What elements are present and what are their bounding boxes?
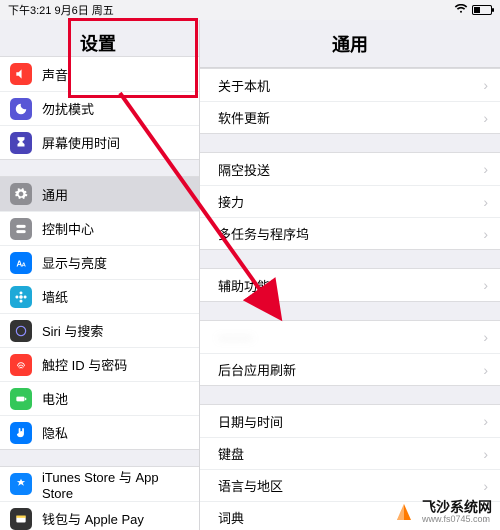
chevron-right-icon: › bbox=[483, 226, 488, 242]
chevron-right-icon: › bbox=[483, 446, 488, 462]
detail-item-label: 接力 bbox=[218, 192, 244, 211]
sidebar-group-1: 声音 勿扰模式 屏幕使用时间 bbox=[0, 56, 199, 160]
sidebar-item-label: 钱包与 Apple Pay bbox=[42, 509, 144, 528]
detail-item-label: 隔空投送 bbox=[218, 160, 270, 179]
sidebar-item-label: 墙纸 bbox=[42, 287, 68, 306]
sidebar-item-label: 触控 ID 与密码 bbox=[42, 355, 127, 374]
sidebar-item-label: 显示与亮度 bbox=[42, 253, 107, 272]
detail-item-date-time[interactable]: 日期与时间 › bbox=[200, 405, 500, 437]
ipad-screenshot: 下午3:21 9月6日 周五 设置 声音 bbox=[0, 0, 500, 530]
wallet-icon bbox=[10, 508, 32, 530]
split-view: 设置 声音 勿扰模式 屏幕使用时间 bbox=[0, 20, 500, 530]
hourglass-icon bbox=[10, 132, 32, 154]
detail-item-label: 语言与地区 bbox=[218, 476, 283, 495]
sidebar-item-battery[interactable]: 电池 bbox=[0, 381, 199, 415]
sidebar-item-display[interactable]: AA 显示与亮度 bbox=[0, 245, 199, 279]
detail-group-4: ········ › 后台应用刷新 › bbox=[200, 320, 500, 386]
sidebar-item-wallpaper[interactable]: 墙纸 bbox=[0, 279, 199, 313]
gear-icon bbox=[10, 183, 32, 205]
detail-item-label: 关于本机 bbox=[218, 76, 270, 95]
detail-group-3: 辅助功能 › bbox=[200, 268, 500, 302]
chevron-right-icon: › bbox=[483, 478, 488, 494]
sidebar-item-label: Siri 与搜索 bbox=[42, 321, 103, 340]
detail-item-label: 多任务与程序坞 bbox=[218, 224, 309, 243]
watermark-logo-icon bbox=[392, 500, 416, 524]
chevron-right-icon: › bbox=[483, 413, 488, 429]
chevron-right-icon: › bbox=[483, 161, 488, 177]
watermark-url: www.fs0745.com bbox=[422, 515, 492, 524]
chevron-right-icon: › bbox=[483, 77, 488, 93]
watermark-brand: 飞沙系统网 bbox=[422, 500, 492, 515]
detail-item-language-region[interactable]: 语言与地区 › bbox=[200, 469, 500, 501]
watermark-text: 飞沙系统网 www.fs0745.com bbox=[422, 500, 492, 524]
chevron-right-icon: › bbox=[483, 329, 488, 345]
detail-item-handoff[interactable]: 接力 › bbox=[200, 185, 500, 217]
chevron-right-icon: › bbox=[483, 277, 488, 293]
detail-item-software-update[interactable]: 软件更新 › bbox=[200, 101, 500, 133]
status-bar: 下午3:21 9月6日 周五 bbox=[0, 0, 500, 20]
detail-item-airdrop[interactable]: 隔空投送 › bbox=[200, 153, 500, 185]
detail-item-label: 软件更新 bbox=[218, 108, 270, 127]
stage: 下午3:21 9月6日 周五 设置 声音 bbox=[0, 0, 500, 530]
detail-group-1: 关于本机 › 软件更新 › bbox=[200, 68, 500, 134]
chevron-right-icon: › bbox=[483, 194, 488, 210]
flower-icon bbox=[10, 286, 32, 308]
detail-item-label: 日期与时间 bbox=[218, 412, 283, 431]
detail-item-label: ········ bbox=[218, 330, 253, 345]
moon-icon bbox=[10, 98, 32, 120]
sidebar-item-label: iTunes Store 与 App Store bbox=[42, 467, 189, 501]
switches-icon bbox=[10, 218, 32, 240]
detail-item-label: 键盘 bbox=[218, 444, 244, 463]
sidebar-item-label: 通用 bbox=[42, 185, 68, 204]
sidebar-item-wallet[interactable]: 钱包与 Apple Pay bbox=[0, 501, 199, 530]
battery-icon-green bbox=[10, 388, 32, 410]
detail-item-redacted[interactable]: ········ › bbox=[200, 321, 500, 353]
sidebar-item-label: 屏幕使用时间 bbox=[42, 133, 120, 152]
sidebar-item-itunes-appstore[interactable]: iTunes Store 与 App Store bbox=[0, 467, 199, 501]
svg-text:A: A bbox=[22, 262, 27, 268]
sidebar-group-2: 通用 控制中心 AA 显示与亮度 墙纸 bbox=[0, 176, 199, 450]
detail-item-label: 后台应用刷新 bbox=[218, 360, 296, 379]
sidebar-item-label: 隐私 bbox=[42, 423, 68, 442]
detail-title: 通用 bbox=[200, 20, 500, 68]
detail-item-label: 词典 bbox=[218, 508, 244, 527]
sidebar-item-control-center[interactable]: 控制中心 bbox=[0, 211, 199, 245]
watermark: 飞沙系统网 www.fs0745.com bbox=[392, 500, 492, 524]
sidebar-title: 设置 bbox=[0, 20, 199, 56]
detail-pane: 通用 关于本机 › 软件更新 › 隔空投送 bbox=[200, 20, 500, 530]
appstore-icon bbox=[10, 473, 32, 495]
fingerprint-icon bbox=[10, 354, 32, 376]
detail-item-multitasking[interactable]: 多任务与程序坞 › bbox=[200, 217, 500, 249]
status-time-date: 下午3:21 9月6日 周五 bbox=[8, 2, 114, 18]
detail-item-about[interactable]: 关于本机 › bbox=[200, 69, 500, 101]
sidebar-item-sound[interactable]: 声音 bbox=[0, 57, 199, 91]
battery-icon bbox=[472, 5, 492, 15]
sidebar-item-label: 电池 bbox=[42, 389, 68, 408]
sidebar-item-label: 控制中心 bbox=[42, 219, 94, 238]
chevron-right-icon: › bbox=[483, 362, 488, 378]
detail-item-background-refresh[interactable]: 后台应用刷新 › bbox=[200, 353, 500, 385]
settings-sidebar: 设置 声音 勿扰模式 屏幕使用时间 bbox=[0, 20, 200, 530]
siri-icon bbox=[10, 320, 32, 342]
detail-item-label: 辅助功能 bbox=[218, 276, 270, 295]
chevron-right-icon: › bbox=[483, 110, 488, 126]
hand-icon bbox=[10, 422, 32, 444]
wifi-icon bbox=[454, 4, 468, 17]
sound-icon bbox=[10, 63, 32, 85]
sidebar-item-label: 声音 bbox=[42, 65, 68, 84]
sidebar-item-screentime[interactable]: 屏幕使用时间 bbox=[0, 125, 199, 159]
detail-item-accessibility[interactable]: 辅助功能 › bbox=[200, 269, 500, 301]
sidebar-group-3: iTunes Store 与 App Store 钱包与 Apple Pay bbox=[0, 466, 199, 530]
sidebar-item-general[interactable]: 通用 bbox=[0, 177, 199, 211]
status-right bbox=[454, 4, 492, 17]
detail-body: 关于本机 › 软件更新 › 隔空投送 › bbox=[200, 68, 500, 530]
sidebar-item-privacy[interactable]: 隐私 bbox=[0, 415, 199, 449]
sidebar-item-siri[interactable]: Siri 与搜索 bbox=[0, 313, 199, 347]
detail-item-keyboard[interactable]: 键盘 › bbox=[200, 437, 500, 469]
text-size-icon: AA bbox=[10, 252, 32, 274]
detail-group-2: 隔空投送 › 接力 › 多任务与程序坞 › bbox=[200, 152, 500, 250]
sidebar-item-dnd[interactable]: 勿扰模式 bbox=[0, 91, 199, 125]
sidebar-item-touchid[interactable]: 触控 ID 与密码 bbox=[0, 347, 199, 381]
sidebar-item-label: 勿扰模式 bbox=[42, 99, 94, 118]
